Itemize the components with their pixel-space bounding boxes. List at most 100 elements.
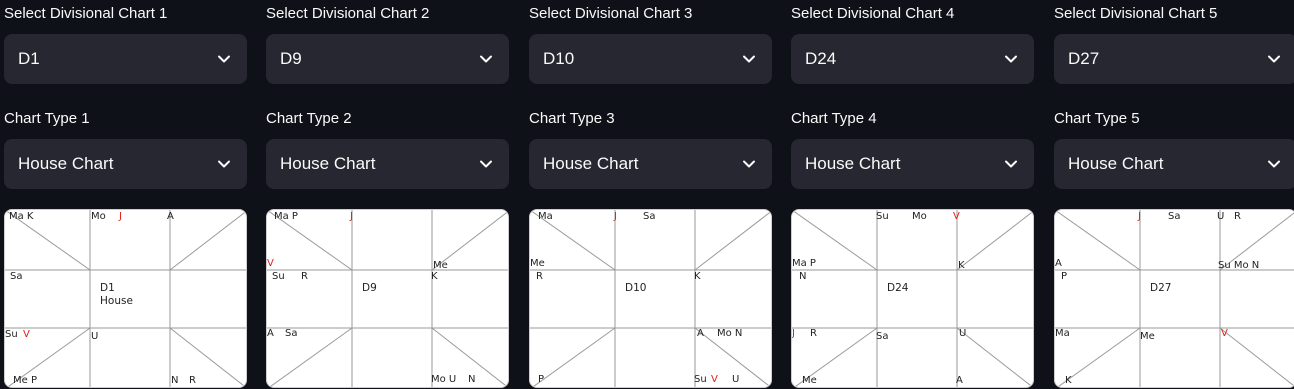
divisional-chart-select[interactable]: D10 xyxy=(529,34,772,84)
planet-label: U xyxy=(732,374,740,385)
planet-label: R xyxy=(301,271,308,282)
chevron-down-icon xyxy=(1268,55,1280,63)
chevron-down-icon xyxy=(218,160,230,168)
divisional-chart-value: D1 xyxy=(18,49,40,68)
chart-center-title: D9 xyxy=(362,282,377,294)
planet-label: A xyxy=(267,328,274,339)
planet-label: J xyxy=(792,328,795,339)
chart-grid xyxy=(530,210,771,387)
planet-label: Ma xyxy=(1055,328,1070,339)
chart-type-label: Chart Type 1 xyxy=(4,110,90,127)
chart-type-label: Chart Type 2 xyxy=(266,110,352,127)
planet-label: N xyxy=(799,271,807,282)
chart-column-3: Select Divisional Chart 3 D10 Chart Type 3… xyxy=(529,0,772,389)
planet-label: Me P xyxy=(13,375,37,386)
chart-type-label: Chart Type 5 xyxy=(1054,110,1140,127)
planet-label: U xyxy=(1217,211,1225,222)
chart-column-2: Select Divisional Chart 2 D9 Chart Type 2 H… xyxy=(266,0,509,389)
chart-type-label: Chart Type 3 xyxy=(529,110,615,127)
planet-label: Sa xyxy=(285,328,298,339)
planet-label: Ma P xyxy=(274,211,298,222)
chart-grid xyxy=(267,210,508,387)
house-chart: D27 J Sa U R A Su Mo N P Ma Me V K xyxy=(1054,209,1294,388)
chart-type-select[interactable]: House Chart xyxy=(266,139,509,189)
planet-label: Su xyxy=(5,329,18,340)
chart-type-select[interactable]: House Chart xyxy=(1054,139,1294,189)
planet-label: J xyxy=(119,211,122,222)
planet-label: J xyxy=(1138,211,1141,222)
planet-label: K xyxy=(958,260,965,271)
divisional-chart-value: D9 xyxy=(280,49,302,68)
planet-label: Sa xyxy=(876,331,889,342)
planet-label: N xyxy=(171,375,179,386)
divisional-chart-select[interactable]: D27 xyxy=(1054,34,1294,84)
planet-label: N xyxy=(468,374,476,385)
planet-label: Me xyxy=(1140,331,1155,342)
planet-label: P xyxy=(1061,271,1068,282)
planet-label: R xyxy=(810,328,817,339)
chart-center-title: D24 xyxy=(887,282,909,294)
planet-label: Sa xyxy=(1168,211,1181,222)
chart-type-select[interactable]: House Chart xyxy=(791,139,1034,189)
planet-label: Mo xyxy=(91,211,106,222)
chevron-down-icon xyxy=(480,160,492,168)
divisional-chart-select[interactable]: D24 xyxy=(791,34,1034,84)
planet-label: R xyxy=(536,271,543,282)
chart-type-value: House Chart xyxy=(543,154,639,173)
chart-type-select[interactable]: House Chart xyxy=(529,139,772,189)
planet-label: J xyxy=(614,211,617,222)
planet-label: Mo U xyxy=(431,374,457,385)
divisional-chart-select[interactable]: D9 xyxy=(266,34,509,84)
chart-center-subtitle: House xyxy=(100,295,133,307)
planet-label: V xyxy=(1221,328,1228,339)
chart-type-label: Chart Type 4 xyxy=(791,110,877,127)
divisional-chart-label: Select Divisional Chart 4 xyxy=(791,5,955,22)
chevron-down-icon xyxy=(743,160,755,168)
house-chart: D24 Su Mo V Ma P K N J R Sa U Me A xyxy=(791,209,1034,388)
planet-label: P xyxy=(538,374,545,385)
planet-label: K xyxy=(431,271,438,282)
divisional-chart-label: Select Divisional Chart 5 xyxy=(1054,5,1218,22)
planet-label: Sa xyxy=(643,211,656,222)
planet-label: Mo xyxy=(912,211,927,222)
planet-label: Me xyxy=(433,260,448,271)
chevron-down-icon xyxy=(218,55,230,63)
planet-label: A xyxy=(697,328,704,339)
divisional-chart-label: Select Divisional Chart 3 xyxy=(529,5,693,22)
planet-label: R xyxy=(189,375,196,386)
planet-label: Su xyxy=(272,271,285,282)
planet-label: K xyxy=(694,271,701,282)
planet-label: A xyxy=(956,375,963,386)
planet-label: V xyxy=(267,258,274,269)
chart-type-value: House Chart xyxy=(18,154,114,173)
planet-label: Su xyxy=(694,374,707,385)
divisional-chart-label: Select Divisional Chart 2 xyxy=(266,5,430,22)
divisional-chart-value: D27 xyxy=(1068,49,1100,68)
divisional-chart-label: Select Divisional Chart 1 xyxy=(4,5,168,22)
planet-label: K xyxy=(1065,375,1072,386)
chart-grid xyxy=(792,210,1033,387)
chart-column-4: Select Divisional Chart 4 D24 Chart Type 4… xyxy=(791,0,1034,389)
planet-label: U xyxy=(91,331,99,342)
chart-grid xyxy=(1055,210,1294,387)
planet-label: Ma P xyxy=(792,258,816,269)
chart-type-value: House Chart xyxy=(280,154,376,173)
planet-label: Mo N xyxy=(717,328,743,339)
planet-label: J xyxy=(350,211,353,222)
chart-type-select[interactable]: House Chart xyxy=(4,139,247,189)
divisional-chart-select[interactable]: D1 xyxy=(4,34,247,84)
chart-type-value: House Chart xyxy=(805,154,901,173)
planet-label: V xyxy=(711,374,718,385)
planet-label: Sa xyxy=(10,271,23,282)
chart-center-title: D1 xyxy=(100,282,115,294)
planet-label: U xyxy=(959,328,967,339)
chart-type-value: House Chart xyxy=(1068,154,1164,173)
chart-center-title: D10 xyxy=(625,282,647,294)
house-chart: D1 House Ma K Mo J A Sa Su V U Me P NR xyxy=(4,209,247,388)
chevron-down-icon xyxy=(1268,160,1280,168)
planet-label: A xyxy=(167,211,174,222)
planet-label: Me xyxy=(530,258,545,269)
chevron-down-icon xyxy=(1005,55,1017,63)
house-chart: D10 Ma J Sa Me R K A Mo N P Su V U xyxy=(529,209,772,388)
planet-label: A xyxy=(1055,258,1062,269)
